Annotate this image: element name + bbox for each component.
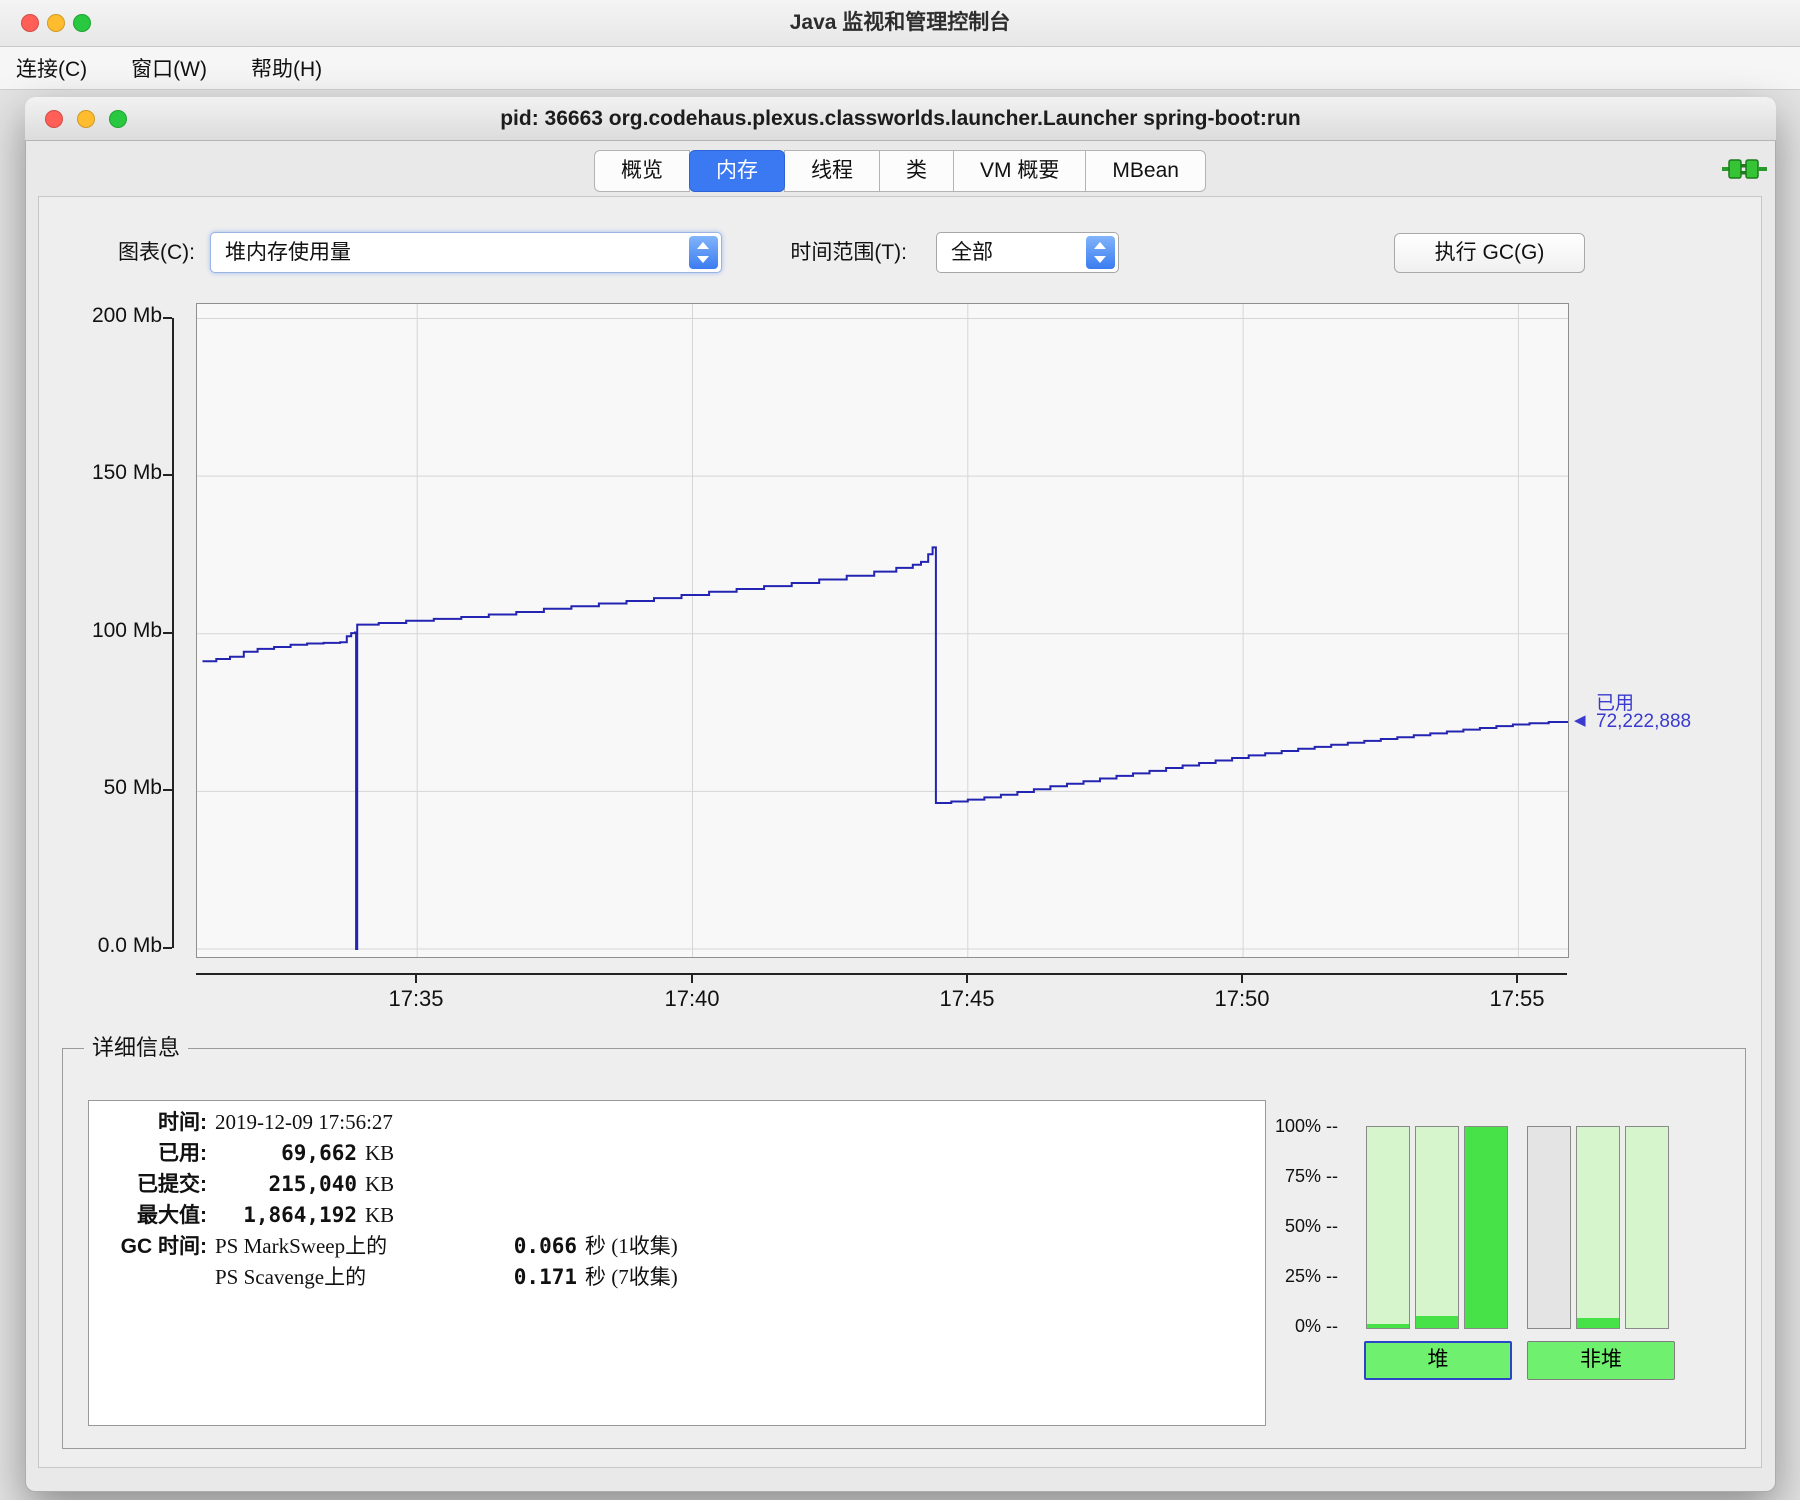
memory-pool-bar-heap-2[interactable] — [1464, 1126, 1508, 1329]
memory-pool-bar-nonheap-0[interactable] — [1527, 1126, 1571, 1329]
memory-pool-bar-fill — [1416, 1315, 1458, 1328]
gauge-percent-label: 50% -- — [1284, 1216, 1338, 1236]
memory-pool-bar-fill — [1367, 1323, 1409, 1328]
gauge-percent-label: 75% -- — [1284, 1166, 1338, 1186]
gauge-percent-label: 0% -- — [1294, 1316, 1338, 1336]
memory-pool-bar-heap-1[interactable] — [1415, 1126, 1459, 1329]
memory-pool-bar-fill — [1465, 1127, 1507, 1328]
gauge-percent-label: 25% -- — [1284, 1266, 1338, 1286]
memory-pool-bar-nonheap-1[interactable] — [1576, 1126, 1620, 1329]
nonheap-toggle-button[interactable]: 非堆 — [1527, 1341, 1675, 1380]
tab-memory[interactable]: 内存 — [689, 150, 786, 192]
memory-pool-gauges: 100% -- 75% -- 50% -- 25% -- 0% -- — [0, 0, 1800, 1500]
heap-toggle-button[interactable]: 堆 — [1364, 1341, 1512, 1380]
memory-pool-bar-nonheap-2[interactable] — [1625, 1126, 1669, 1329]
memory-pool-bar-heap-0[interactable] — [1366, 1126, 1410, 1329]
gauge-percent-label: 100% -- — [1274, 1116, 1338, 1136]
memory-pool-bar-fill — [1577, 1317, 1619, 1328]
